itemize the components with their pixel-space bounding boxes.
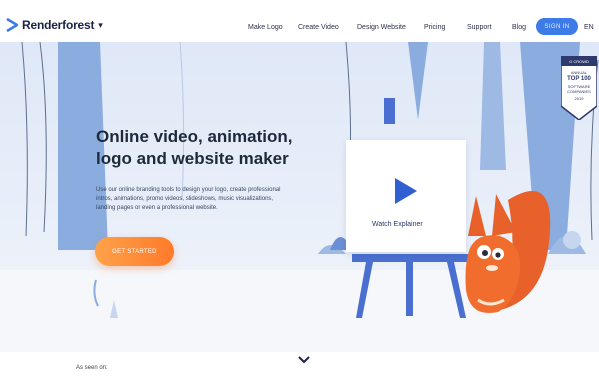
nav-blog[interactable]: Blog: [512, 24, 526, 31]
nav-support[interactable]: Support: [467, 24, 492, 31]
hero-description-line-2: intros, animations, promo videos, slides…: [96, 196, 274, 202]
sign-in-button[interactable]: SIGN IN: [536, 18, 578, 35]
badge-line4: COMPANIES: [567, 89, 591, 94]
play-logo-icon: [6, 18, 18, 32]
brand-name: Renderforest: [22, 18, 95, 32]
hero-description-line-3: landing pages or even a professional web…: [96, 205, 218, 211]
badge-line1: ANNUAL: [570, 70, 588, 75]
play-icon[interactable]: [393, 176, 419, 206]
scroll-down-chevron-icon[interactable]: [298, 356, 310, 364]
forest-background-illustration: [21, 42, 599, 318]
language-selector[interactable]: EN: [584, 24, 594, 31]
nav-pricing[interactable]: Pricing: [424, 24, 445, 31]
badge-year: 2019: [574, 96, 584, 101]
nav-make-logo[interactable]: Make Logo: [248, 24, 283, 31]
hero-description-line-1: Use our online branding tools to design …: [96, 187, 281, 193]
as-seen-on-label: As seen on:: [76, 365, 108, 371]
hero-headline-line-2: logo and website maker: [96, 149, 289, 168]
badge-brand: G CROWD: [569, 59, 589, 64]
hero-headline-line-1: Online video, animation,: [96, 127, 293, 146]
watch-explainer-label[interactable]: Watch Explainer: [372, 221, 423, 228]
brand-logo[interactable]: Renderforest ▾: [6, 18, 103, 32]
badge-top100: TOP 100: [567, 76, 591, 82]
get-started-button[interactable]: GET STARTED: [95, 237, 174, 266]
nav-create-video[interactable]: Create Video: [298, 24, 339, 31]
hero-section: [0, 42, 599, 352]
brand-dropdown-icon[interactable]: ▾: [98, 20, 103, 31]
watch-explainer-video-card[interactable]: [346, 140, 466, 252]
nav-design-website[interactable]: Design Website: [357, 24, 406, 31]
